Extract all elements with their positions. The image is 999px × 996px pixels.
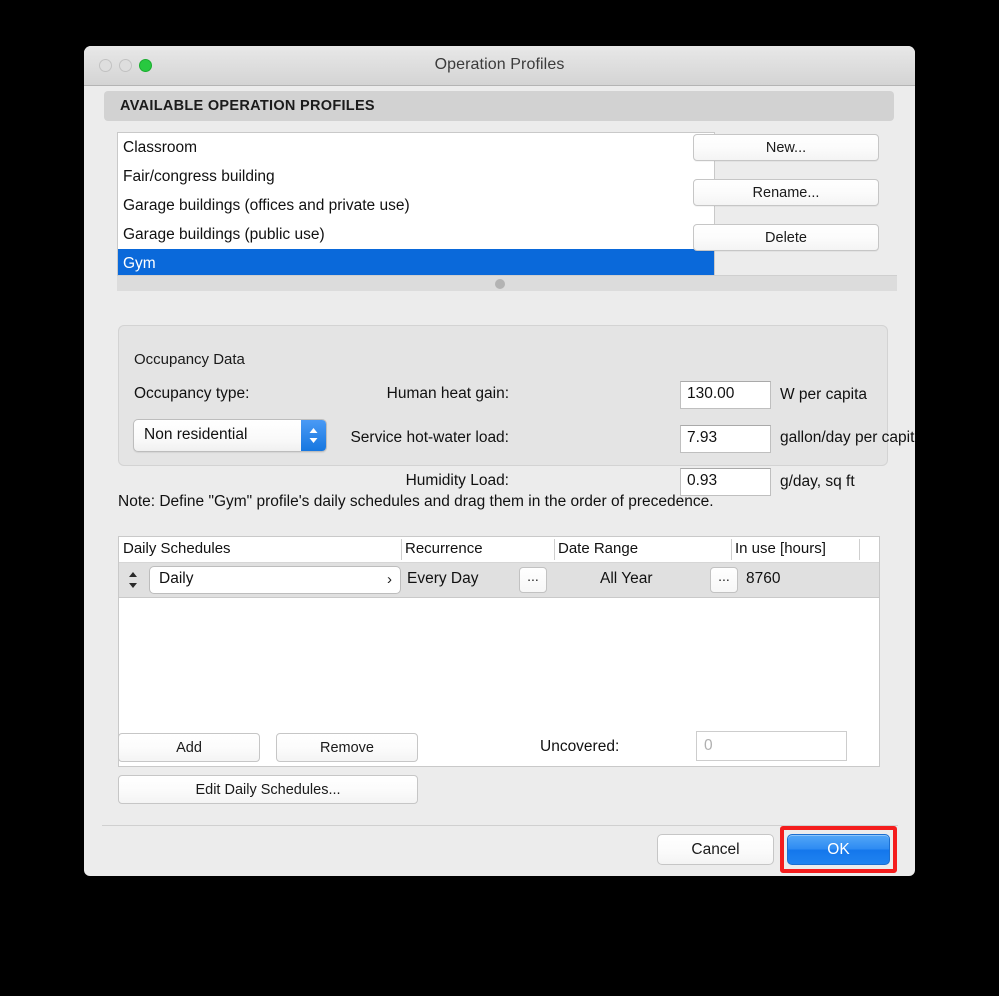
service-hot-water-load-input[interactable]: 7.93 (680, 425, 771, 453)
remove-schedule-button[interactable]: Remove (276, 733, 418, 762)
human-heat-gain-label: Human heat gain: (386, 385, 509, 402)
profiles-list[interactable]: Classroom Fair/congress building Garage … (117, 132, 715, 275)
human-heat-gain-input[interactable]: 130.00 (680, 381, 771, 409)
table-row[interactable]: Daily › Every Day ... All Year ... 8760 (119, 563, 879, 598)
humidity-load-unit: g/day, sq ft (780, 473, 855, 490)
list-item-selected[interactable]: Gym (118, 249, 714, 275)
delete-profile-button[interactable]: Delete (693, 224, 879, 251)
window-titlebar: Operation Profiles (84, 46, 915, 86)
column-header-in-use-hours[interactable]: In use [hours] (731, 540, 826, 557)
occupancy-type-label: Occupancy type: (134, 385, 250, 402)
service-hot-water-load-label: Service hot-water load: (350, 429, 509, 446)
footer-divider (102, 825, 898, 826)
humidity-load-label: Humidity Load: (405, 472, 509, 489)
column-header-recurrence[interactable]: Recurrence (401, 540, 483, 557)
horizontal-scrollbar[interactable] (117, 275, 897, 291)
in-use-hours-value: 8760 (746, 570, 781, 587)
list-item[interactable]: Classroom (118, 133, 714, 162)
humidity-load-input[interactable]: 0.93 (680, 468, 771, 496)
table-header-row: Daily Schedules Recurrence Date Range In… (119, 537, 879, 563)
chevron-right-icon: › (387, 571, 392, 588)
list-item[interactable]: Garage buildings (public use) (118, 220, 714, 249)
human-heat-gain-unit: W per capita (780, 386, 868, 403)
chevron-up-down-icon[interactable] (301, 420, 326, 451)
operation-profiles-dialog: Operation Profiles AVAILABLE OPERATION P… (84, 46, 915, 876)
section-header-bar: AVAILABLE OPERATION PROFILES (104, 91, 894, 121)
date-range-more-button[interactable]: ... (710, 567, 738, 593)
date-range-value: All Year (600, 570, 653, 587)
recurrence-value: Every Day (407, 570, 479, 587)
scrollbar-knob[interactable] (495, 279, 505, 289)
column-header-daily-schedules[interactable]: Daily Schedules (119, 540, 231, 557)
new-profile-button[interactable]: New... (693, 134, 879, 161)
ok-button[interactable]: OK (787, 834, 890, 865)
daily-schedule-value: Daily (159, 570, 194, 587)
edit-daily-schedules-button[interactable]: Edit Daily Schedules... (118, 775, 418, 804)
occupancy-type-value: Non residential (144, 426, 248, 443)
daily-schedule-select[interactable]: Daily › (149, 566, 401, 594)
add-schedule-button[interactable]: Add (118, 733, 260, 762)
column-divider[interactable] (859, 539, 860, 560)
service-hot-water-load-unit: gallon/day per capita (780, 429, 915, 446)
note-text: Note: Define "Gym" profile's daily sched… (118, 493, 714, 510)
list-item[interactable]: Fair/congress building (118, 162, 714, 191)
recurrence-more-button[interactable]: ... (519, 567, 547, 593)
cancel-button[interactable]: Cancel (657, 834, 774, 865)
column-header-date-range[interactable]: Date Range (554, 540, 638, 557)
occupancy-data-label: Occupancy Data (134, 351, 245, 368)
uncovered-input[interactable]: 0 (696, 731, 847, 761)
rename-profile-button[interactable]: Rename... (693, 179, 879, 206)
section-header-label: AVAILABLE OPERATION PROFILES (120, 98, 375, 114)
occupancy-type-select[interactable]: Non residential (133, 419, 327, 452)
list-item[interactable]: Garage buildings (offices and private us… (118, 191, 714, 220)
drag-reorder-icon[interactable] (126, 571, 140, 589)
uncovered-label: Uncovered: (540, 738, 620, 755)
window-title: Operation Profiles (434, 56, 565, 73)
